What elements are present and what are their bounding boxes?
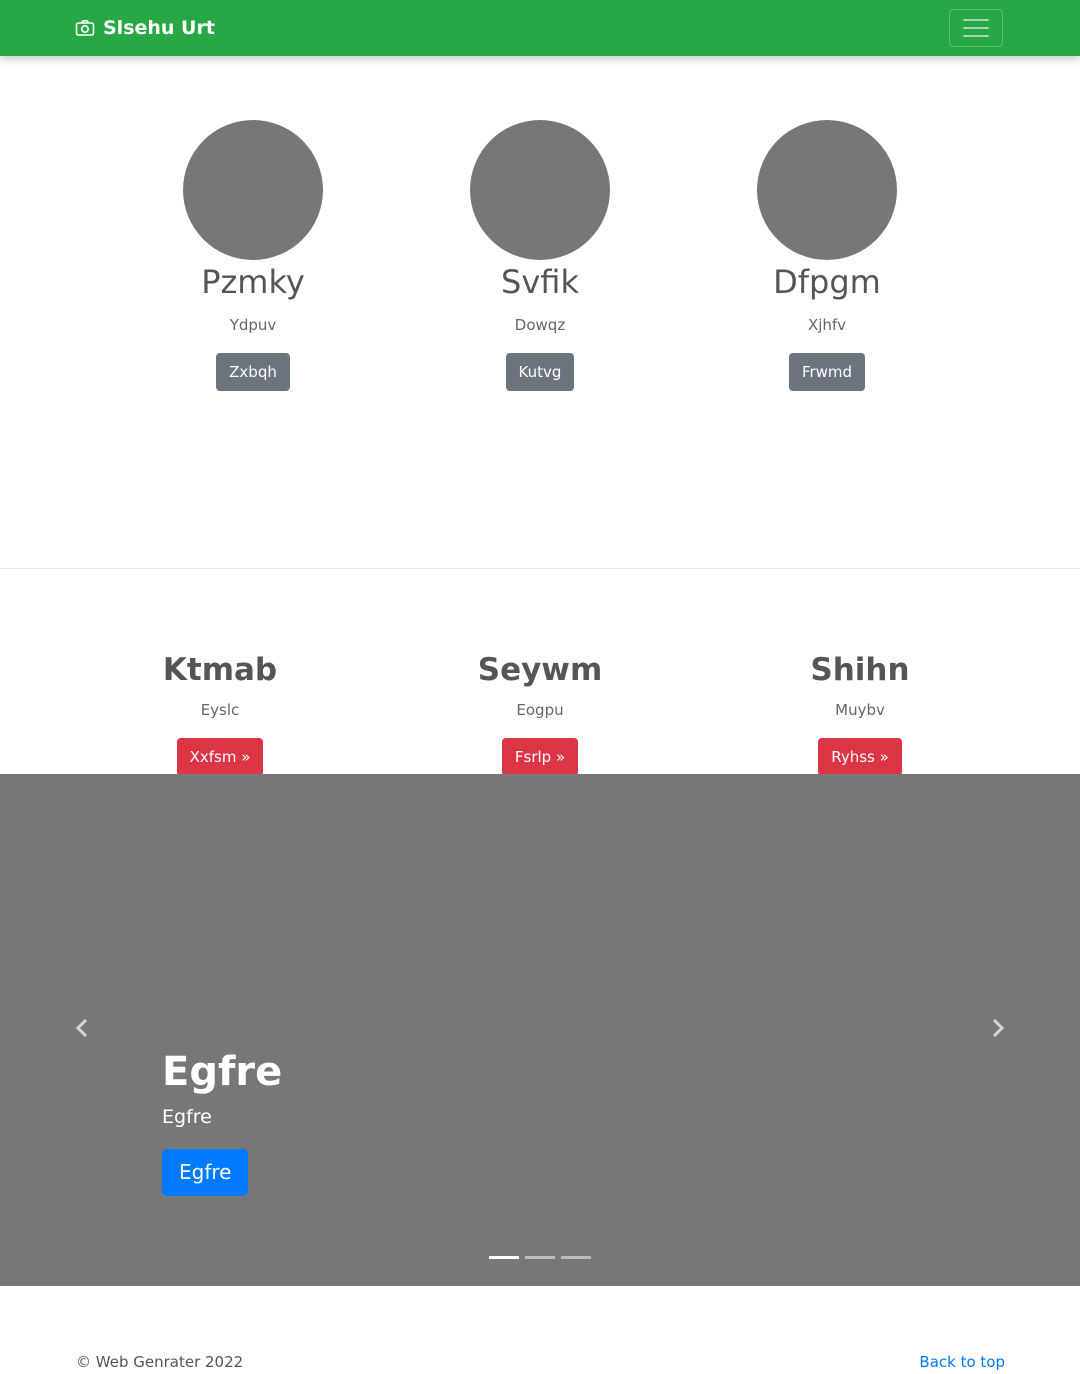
feature-subtitle: Eyslc — [200, 701, 240, 719]
carousel-text: Egfre — [162, 1106, 212, 1128]
carousel-button[interactable]: Egfre — [162, 1149, 249, 1196]
navbar-toggler-button[interactable] — [949, 9, 1003, 47]
hamburger-icon — [963, 19, 989, 21]
avatar — [470, 120, 610, 260]
feature-title: Seywm — [477, 652, 603, 688]
feature-button[interactable]: Ryhss » — [818, 738, 902, 776]
profile-button[interactable]: Zxbqh — [216, 353, 290, 391]
profile-name: Svfik — [501, 263, 579, 301]
feature-button[interactable]: Fsrlp » — [501, 738, 579, 776]
section-divider — [0, 568, 1080, 569]
brand-name: Slsehu Urt — [103, 17, 215, 39]
profile-subtitle: Ydpuv — [229, 316, 277, 334]
navbar: Slsehu Urt — [0, 0, 1080, 56]
hamburger-icon — [963, 35, 989, 37]
carousel-caption: Egfre Egfre Egfre — [162, 1046, 282, 1196]
profile-subtitle: Xjhfv — [807, 316, 847, 334]
feature-column: Shihn Muybv Ryhss » — [730, 648, 990, 776]
profile-card: Dfpgm Xjhfv Frwmd — [717, 120, 937, 391]
carousel-indicator[interactable] — [525, 1256, 555, 1259]
carousel-indicators — [489, 1256, 591, 1259]
carousel-title: Egfre — [162, 1049, 283, 1095]
carousel-next-button[interactable] — [978, 1012, 1018, 1048]
carousel-prev-button[interactable] — [62, 1012, 102, 1048]
carousel: Egfre Egfre Egfre — [0, 774, 1080, 1286]
chevron-right-icon — [991, 1018, 1005, 1042]
footer-copyright: © Web Genrater 2022 — [76, 1353, 244, 1371]
avatar — [183, 120, 323, 260]
feature-title: Ktmab — [162, 652, 278, 688]
chevron-left-icon — [75, 1018, 89, 1042]
profile-button[interactable]: Kutvg — [505, 353, 575, 391]
feature-button[interactable]: Xxfsm » — [176, 738, 264, 776]
carousel-indicator[interactable] — [489, 1256, 519, 1259]
profile-button[interactable]: Frwmd — [788, 353, 866, 391]
hamburger-icon — [963, 27, 989, 29]
brand-link[interactable]: Slsehu Urt — [75, 0, 215, 56]
feature-title: Shihn — [810, 652, 910, 688]
feature-subtitle: Eogpu — [516, 701, 564, 719]
avatar — [757, 120, 897, 260]
profile-name: Dfpgm — [773, 263, 881, 301]
feature-column: Ktmab Eyslc Xxfsm » — [90, 648, 350, 776]
camera-icon — [75, 19, 95, 37]
carousel-indicator[interactable] — [561, 1256, 591, 1259]
profile-card: Svfik Dowqz Kutvg — [430, 120, 650, 391]
profile-subtitle: Dowqz — [514, 316, 566, 334]
profile-card: Pzmky Ydpuv Zxbqh — [143, 120, 363, 391]
feature-column: Seywm Eogpu Fsrlp » — [410, 648, 670, 776]
back-to-top-link[interactable]: Back to top — [919, 1352, 1005, 1372]
feature-subtitle: Muybv — [835, 701, 885, 719]
profile-name: Pzmky — [201, 263, 305, 301]
